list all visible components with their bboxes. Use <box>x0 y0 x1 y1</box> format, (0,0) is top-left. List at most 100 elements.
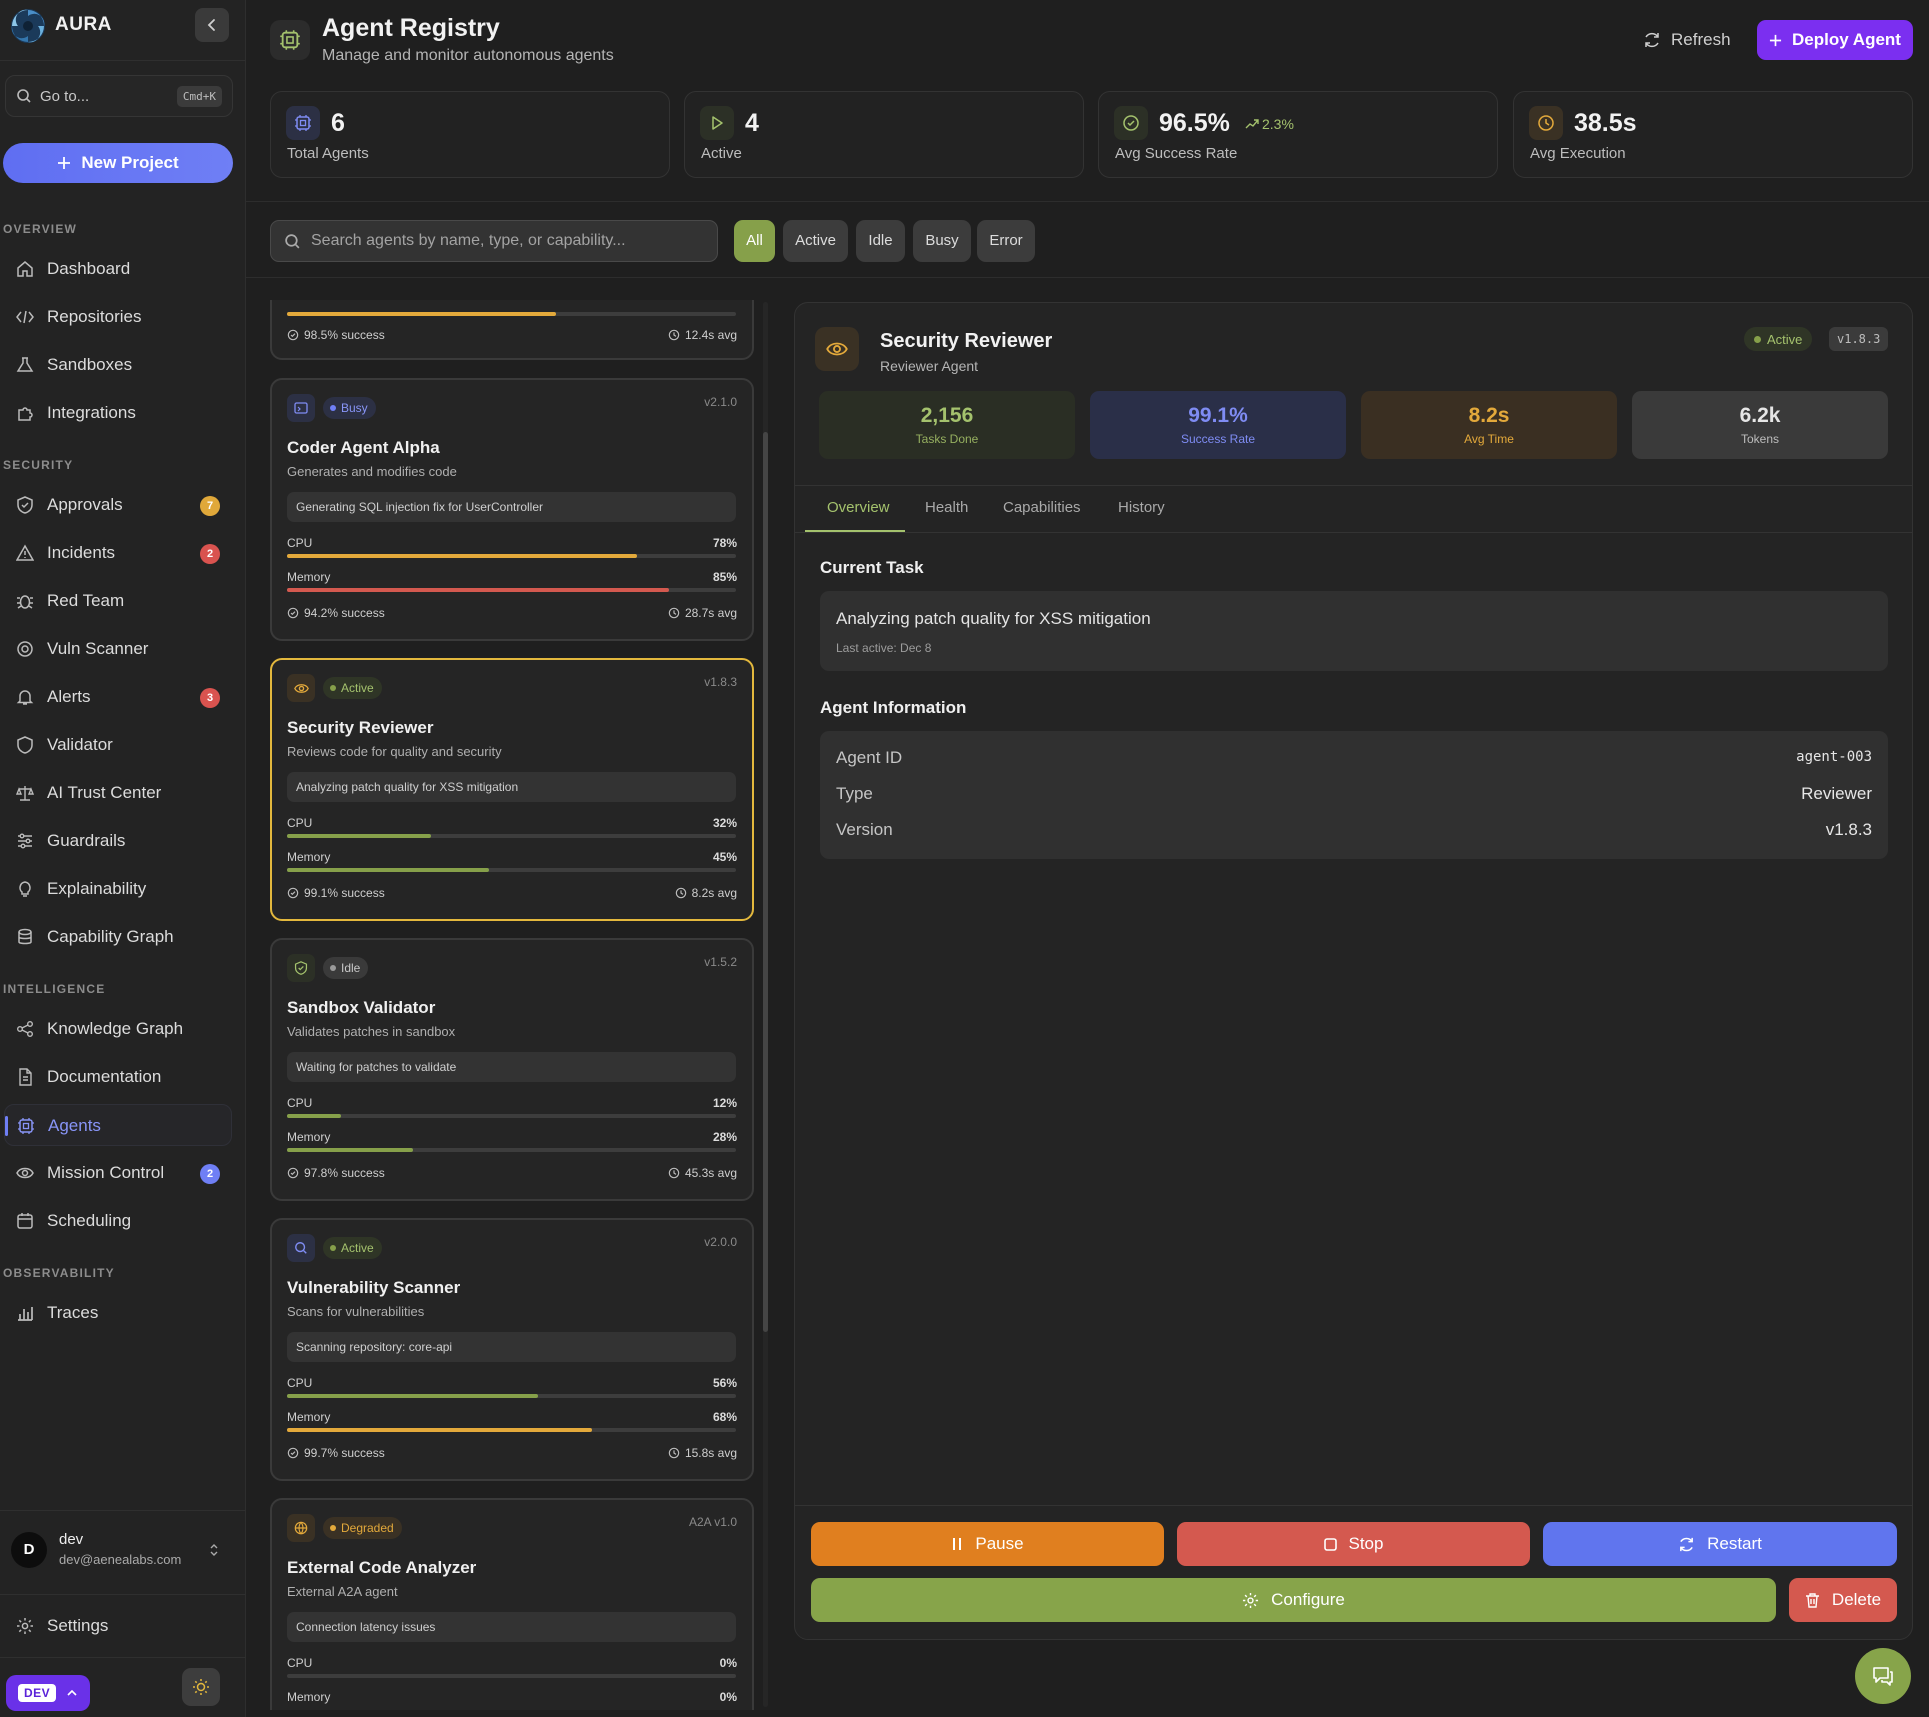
scale-icon <box>16 786 34 801</box>
eye-icon <box>293 683 309 693</box>
environment-switcher[interactable]: DEV <box>6 1675 90 1711</box>
code-icon <box>16 310 34 324</box>
sidebar-item-dashboard[interactable]: Dashboard <box>4 248 232 290</box>
filter-bar: All Active Idle Busy Error <box>246 201 1929 278</box>
detail-stat-label: Tokens <box>1740 432 1780 446</box>
filter-chip-busy[interactable]: Busy <box>913 220 971 262</box>
memory-value: 0% <box>719 1690 737 1704</box>
agent-list-scroll-thumb[interactable] <box>763 432 768 1332</box>
theme-toggle-button[interactable] <box>182 1668 220 1706</box>
chat-assistant-button[interactable] <box>1855 1648 1911 1704</box>
status-dot <box>330 1245 336 1251</box>
refresh-button[interactable]: Refresh <box>1643 22 1731 58</box>
sidebar-item-mission-control[interactable]: Mission Control 2 <box>4 1152 232 1194</box>
agent-card-sandbox-validator[interactable]: Idle v1.5.2 Sandbox Validator Validates … <box>270 938 754 1201</box>
success-rate: 94.2% success <box>287 606 385 620</box>
filter-chip-idle[interactable]: Idle <box>856 220 905 262</box>
stat-card-total-agents: 6 Total Agents <box>270 91 670 178</box>
pause-button[interactable]: Pause <box>811 1522 1164 1566</box>
detail-status-badge: Active <box>1744 327 1813 351</box>
sidebar-item-validator[interactable]: Validator <box>4 724 232 766</box>
agent-card-coder-agent-alpha[interactable]: Busy v2.1.0 Coder Agent Alpha Generates … <box>270 378 754 641</box>
tab-capabilities[interactable]: Capabilities <box>1003 499 1081 516</box>
success-rate-text: 98.5% success <box>304 328 385 342</box>
new-project-button[interactable]: New Project <box>3 143 233 183</box>
sidebar-item-agents[interactable]: Agents <box>4 1104 232 1146</box>
user-menu[interactable]: D dev dev@aenealabs.com <box>0 1510 246 1590</box>
delete-button[interactable]: Delete <box>1789 1578 1897 1622</box>
filter-chip-active[interactable]: Active <box>783 220 848 262</box>
agent-list: 98.5% success 12.4s avg Busy v2.1.0 Code… <box>270 300 756 1710</box>
puzzle-icon <box>18 407 33 421</box>
configure-button[interactable]: Configure <box>811 1578 1776 1622</box>
section-security: SECURITY <box>3 458 74 472</box>
divider <box>795 532 1912 533</box>
sidebar-item-integrations[interactable]: Integrations <box>4 392 232 434</box>
sidebar-item-knowledge-graph[interactable]: Knowledge Graph <box>4 1008 232 1050</box>
detail-stat-success-rate: 99.1% Success Rate <box>1090 391 1346 459</box>
cpu-bar <box>287 834 736 838</box>
user-email: dev@aenealabs.com <box>59 1552 182 1567</box>
settings-link[interactable]: Settings <box>4 1605 232 1647</box>
filter-chip-error[interactable]: Error <box>977 220 1035 262</box>
stat-label: Avg Success Rate <box>1115 145 1238 162</box>
cpu-value: 78% <box>712 536 737 550</box>
sidebar-item-scheduling[interactable]: Scheduling <box>4 1200 232 1242</box>
check-circle-icon <box>287 607 299 619</box>
tab-overview[interactable]: Overview <box>827 499 890 516</box>
status-text: Busy <box>341 401 368 415</box>
sidebar-item-traces[interactable]: Traces <box>4 1292 232 1334</box>
sidebar-item-ai-trust-center[interactable]: AI Trust Center <box>4 772 232 814</box>
sidebar-item-alerts[interactable]: Alerts 3 <box>4 676 232 718</box>
stat-icon-box <box>1114 106 1148 140</box>
sidebar-item-capability-graph[interactable]: Capability Graph <box>4 916 232 958</box>
bar-chart-icon <box>18 1307 33 1321</box>
restart-button[interactable]: Restart <box>1543 1522 1897 1566</box>
clock-icon <box>675 887 686 899</box>
info-value-version: v1.8.3 <box>1825 820 1872 839</box>
gear-icon <box>1243 1592 1259 1608</box>
divider <box>0 1657 246 1658</box>
cpu-label: CPU <box>287 1096 313 1110</box>
stop-label: Stop <box>1348 1534 1384 1553</box>
agent-card-security-reviewer[interactable]: Active v1.8.3 Security Reviewer Reviews … <box>270 658 754 921</box>
sidebar-item-guardrails[interactable]: Guardrails <box>4 820 232 862</box>
agent-card[interactable]: 98.5% success 12.4s avg <box>270 300 754 360</box>
sidebar-item-incidents[interactable]: Incidents 2 <box>4 532 232 574</box>
agent-search-input[interactable] <box>311 221 711 261</box>
agent-icon-box <box>287 954 315 982</box>
deploy-agent-button[interactable]: Deploy Agent <box>1757 20 1913 60</box>
agent-card-external-code-analyzer[interactable]: Degraded A2A v1.0 External Code Analyzer… <box>270 1498 754 1710</box>
sidebar-item-sandboxes[interactable]: Sandboxes <box>4 344 232 386</box>
collapse-sidebar-button[interactable] <box>195 8 229 42</box>
stat-trend-value: 2.3% <box>1262 116 1294 132</box>
stop-button[interactable]: Stop <box>1177 1522 1530 1566</box>
info-value-type: Reviewer <box>1801 784 1872 803</box>
sidebar-item-label: AI Trust Center <box>47 783 162 802</box>
sidebar-item-label: Repositories <box>47 307 142 326</box>
section-intelligence: INTELLIGENCE <box>3 982 106 996</box>
stat-value: 38.5s <box>1574 109 1637 137</box>
mission-control-count-badge: 2 <box>200 1164 220 1184</box>
sidebar-item-documentation[interactable]: Documentation <box>4 1056 232 1098</box>
memory-bar-fill <box>287 1148 413 1152</box>
last-active-text: Last active: Dec 8 <box>836 641 932 655</box>
divider <box>0 60 246 61</box>
sidebar-item-red-team[interactable]: Red Team <box>4 580 232 622</box>
detail-stat-value: 6.2k <box>1739 404 1781 427</box>
detail-stat-tasks-done: 2,156 Tasks Done <box>819 391 1075 459</box>
status-badge: Busy <box>323 397 376 419</box>
home-icon <box>17 261 33 277</box>
detail-icon-box <box>815 327 859 371</box>
tab-history[interactable]: History <box>1118 499 1165 516</box>
tab-health[interactable]: Health <box>925 499 968 516</box>
sidebar-item-repositories[interactable]: Repositories <box>4 296 232 338</box>
sidebar-item-vuln-scanner[interactable]: Vuln Scanner <box>4 628 232 670</box>
goto-search[interactable]: Go to... Cmd+K <box>5 75 233 117</box>
sidebar-item-approvals[interactable]: Approvals 7 <box>4 484 232 526</box>
sidebar-item-explainability[interactable]: Explainability <box>4 868 232 910</box>
agent-card-vulnerability-scanner[interactable]: Active v2.0.0 Vulnerability Scanner Scan… <box>270 1218 754 1481</box>
success-rate: 99.7% success <box>287 1446 385 1460</box>
status-text: Active <box>341 1241 374 1255</box>
filter-chip-all[interactable]: All <box>734 220 775 262</box>
